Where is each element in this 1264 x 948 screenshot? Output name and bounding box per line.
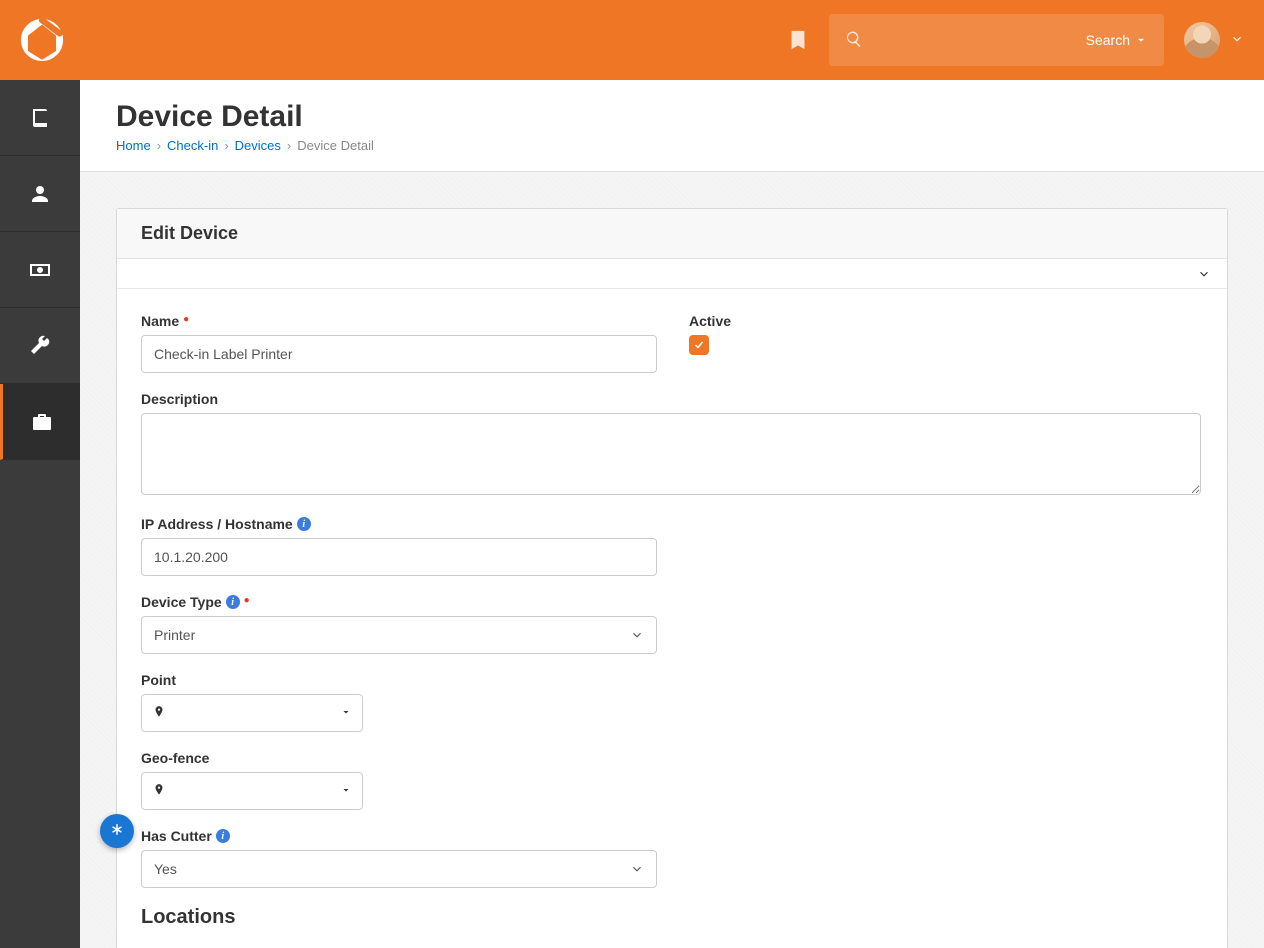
name-label: Name: [141, 313, 179, 329]
info-icon[interactable]: i: [216, 829, 230, 843]
bookmark-icon[interactable]: [787, 29, 809, 51]
page-header: Device Detail Home › Check-in › Devices …: [80, 80, 1264, 172]
chevron-down-icon: [630, 862, 644, 876]
logo[interactable]: [20, 18, 64, 62]
device-type-label: Device Type: [141, 594, 222, 610]
search-label: Search: [1086, 32, 1130, 48]
description-label: Description: [141, 391, 218, 407]
breadcrumb: Home › Check-in › Devices › Device Detai…: [116, 138, 1228, 153]
sidebar-item-wrench[interactable]: [0, 308, 80, 384]
edit-device-panel: Edit Device Name ●: [116, 208, 1228, 948]
required-indicator: ●: [244, 595, 250, 606]
point-picker[interactable]: [141, 694, 363, 732]
sidebar-item-person[interactable]: [0, 156, 80, 232]
search-box[interactable]: Search: [829, 14, 1164, 66]
sidebar-item-book[interactable]: [0, 80, 80, 156]
chevron-down-icon: [1197, 267, 1211, 281]
breadcrumb-current: Device Detail: [297, 138, 374, 153]
info-icon[interactable]: i: [226, 595, 240, 609]
sidebar-item-briefcase[interactable]: [0, 384, 80, 460]
has-cutter-select[interactable]: Yes: [141, 850, 657, 888]
sidebar-item-money[interactable]: [0, 232, 80, 308]
chevron-down-icon: [630, 628, 644, 642]
panel-title: Edit Device: [117, 209, 1227, 259]
point-label: Point: [141, 672, 176, 688]
locations-heading: Locations: [141, 906, 1203, 929]
search-icon: [845, 30, 863, 51]
panel-collapse-bar[interactable]: [117, 259, 1227, 289]
page-title: Device Detail: [116, 100, 1228, 134]
top-bar: Search: [0, 0, 1264, 80]
map-pin-icon: [152, 705, 166, 722]
info-icon[interactable]: i: [297, 517, 311, 531]
sidebar: [0, 80, 80, 948]
breadcrumb-devices[interactable]: Devices: [235, 138, 281, 153]
caret-down-icon: [1134, 33, 1148, 47]
caret-down-icon: [340, 783, 352, 799]
chevron-right-icon: ›: [224, 138, 228, 153]
device-type-select[interactable]: Printer: [141, 616, 657, 654]
ip-label: IP Address / Hostname: [141, 516, 293, 532]
chevron-right-icon: ›: [287, 138, 291, 153]
user-menu-chevron[interactable]: [1230, 32, 1244, 49]
asterisk-icon: [108, 822, 126, 840]
name-input[interactable]: [141, 335, 657, 373]
map-pin-icon: [152, 783, 166, 800]
required-indicator: ●: [183, 314, 189, 325]
ip-input[interactable]: [141, 538, 657, 576]
check-icon: [693, 339, 705, 351]
active-label: Active: [689, 313, 731, 329]
geofence-picker[interactable]: [141, 772, 363, 810]
active-checkbox[interactable]: [689, 335, 709, 355]
chevron-right-icon: ›: [157, 138, 161, 153]
breadcrumb-checkin[interactable]: Check-in: [167, 138, 218, 153]
breadcrumb-home[interactable]: Home: [116, 138, 151, 153]
device-type-value: Printer: [154, 627, 195, 643]
geofence-label: Geo-fence: [141, 750, 209, 766]
has-cutter-value: Yes: [154, 861, 177, 877]
help-fab[interactable]: [100, 814, 134, 848]
description-textarea[interactable]: [141, 413, 1201, 495]
caret-down-icon: [340, 705, 352, 721]
has-cutter-label: Has Cutter: [141, 828, 212, 844]
search-dropdown[interactable]: Search: [1086, 32, 1148, 48]
avatar[interactable]: [1184, 22, 1220, 58]
